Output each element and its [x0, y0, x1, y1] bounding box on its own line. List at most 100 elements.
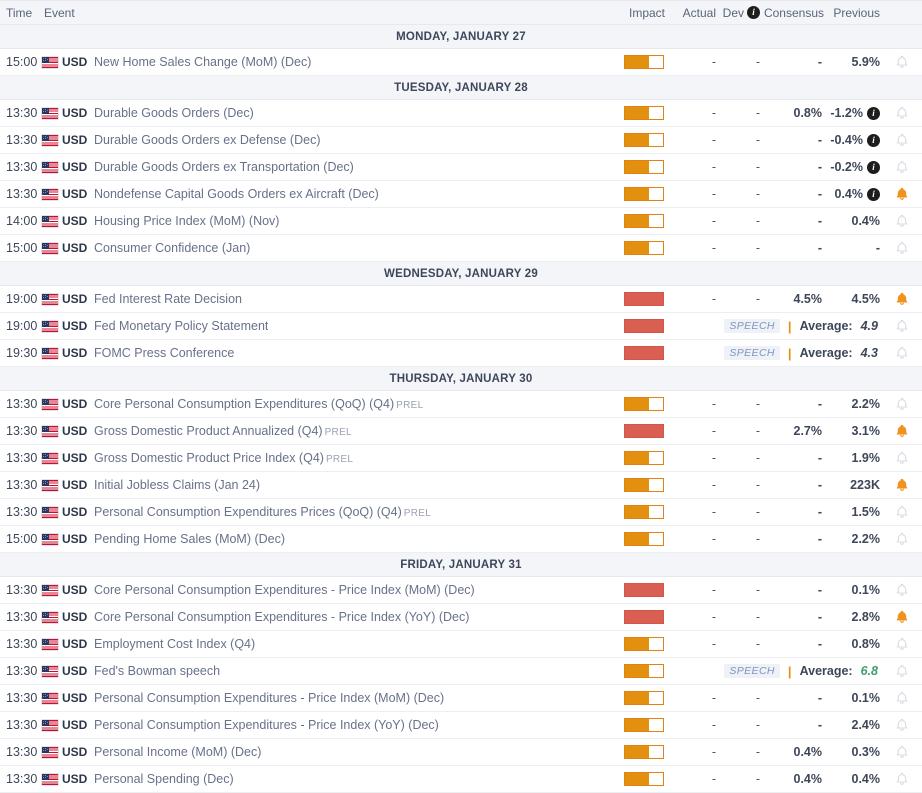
table-row[interactable]: 13:30 USD Durable Goods Orders (Dec) - - 0.8%…: [0, 100, 922, 127]
table-row[interactable]: 13:30 USD Initial Jobless Claims (Jan 24) -…: [0, 472, 922, 499]
alert-cell[interactable]: [882, 637, 922, 652]
table-row[interactable]: 13:30 USD Personal Consumption Expenditure…: [0, 712, 922, 739]
alert-bell-icon[interactable]: [895, 583, 909, 598]
alert-bell-icon[interactable]: [895, 637, 909, 652]
alert-cell[interactable]: [882, 397, 922, 412]
alert-cell[interactable]: [882, 160, 922, 175]
event-name-cell[interactable]: Durable Goods Orders (Dec): [90, 106, 610, 120]
table-row[interactable]: 13:30 USD Gross Domestic Product Annualize…: [0, 418, 922, 445]
table-row[interactable]: 14:00 USD Housing Price Index (MoM) (Nov) -…: [0, 208, 922, 235]
alert-bell-icon[interactable]: [895, 772, 909, 787]
alert-cell[interactable]: [882, 745, 922, 760]
alert-bell-icon[interactable]: [895, 319, 909, 334]
table-row[interactable]: 13:30 USD Durable Goods Orders ex Transpor…: [0, 154, 922, 181]
alert-cell[interactable]: [882, 691, 922, 706]
table-row[interactable]: 13:30 USD Durable Goods Orders ex Defense …: [0, 127, 922, 154]
event-name-cell[interactable]: Personal Consumption Expenditures Prices…: [90, 505, 610, 519]
event-name-cell[interactable]: Personal Spending (Dec): [90, 772, 610, 786]
table-row[interactable]: 13:30 USD Employment Cost Index (Q4) - - - 0.8…: [0, 631, 922, 658]
alert-bell-icon-active[interactable]: [895, 478, 909, 493]
table-row[interactable]: 15:00 USD New Home Sales Change (MoM) (Dec…: [0, 49, 922, 76]
alert-bell-icon[interactable]: [895, 106, 909, 121]
alert-cell[interactable]: [882, 505, 922, 520]
info-icon[interactable]: i: [867, 133, 880, 147]
alert-bell-icon[interactable]: [895, 505, 909, 520]
alert-bell-icon[interactable]: [895, 745, 909, 760]
table-row[interactable]: 13:30 USD Personal Consumption Expenditure…: [0, 685, 922, 712]
event-name-cell[interactable]: Initial Jobless Claims (Jan 24): [90, 478, 610, 492]
alert-cell[interactable]: [882, 214, 922, 229]
event-name-cell[interactable]: Housing Price Index (MoM) (Nov): [90, 214, 610, 228]
alert-bell-icon[interactable]: [895, 55, 909, 70]
table-row[interactable]: 19:30 USD FOMC Press Conference SPEECH | Aver…: [0, 340, 922, 367]
alert-cell[interactable]: [882, 106, 922, 121]
alert-bell-icon[interactable]: [895, 346, 909, 361]
event-name-cell[interactable]: Personal Consumption Expenditures - Pric…: [90, 718, 610, 732]
event-name-cell[interactable]: Gross Domestic Product Annualized (Q4) PR…: [90, 424, 610, 438]
event-name-cell[interactable]: Employment Cost Index (Q4): [90, 637, 610, 651]
alert-bell-icon[interactable]: [895, 397, 909, 412]
info-icon[interactable]: i: [867, 187, 880, 201]
alert-cell[interactable]: [882, 772, 922, 787]
alert-bell-icon-active[interactable]: [895, 292, 909, 307]
table-row[interactable]: 19:00 USD Fed Interest Rate Decision - - 4.5%…: [0, 286, 922, 313]
table-row[interactable]: 13:30 USD Core Personal Consumption Expend…: [0, 577, 922, 604]
table-row[interactable]: 13:30 USD Fed's Bowman speech SPEECH | Averag…: [0, 658, 922, 685]
alert-bell-icon[interactable]: [895, 718, 909, 733]
alert-cell[interactable]: [882, 55, 922, 70]
table-row[interactable]: 13:30 USD Core Personal Consumption Expend…: [0, 391, 922, 418]
event-name-cell[interactable]: Personal Income (MoM) (Dec): [90, 745, 610, 759]
alert-cell[interactable]: [882, 346, 922, 361]
table-row[interactable]: 15:00 USD Pending Home Sales (MoM) (Dec) - -…: [0, 526, 922, 553]
event-name-cell[interactable]: Core Personal Consumption Expenditures (…: [90, 397, 610, 411]
alert-cell[interactable]: [882, 583, 922, 598]
event-name-cell[interactable]: Gross Domestic Product Price Index (Q4) P…: [90, 451, 610, 465]
alert-cell[interactable]: [882, 532, 922, 547]
alert-cell[interactable]: [882, 610, 922, 625]
event-name-cell[interactable]: Nondefense Capital Goods Orders ex Aircr…: [90, 187, 610, 201]
alert-bell-icon[interactable]: [895, 664, 909, 679]
alert-cell[interactable]: [882, 664, 922, 679]
event-name-cell[interactable]: New Home Sales Change (MoM) (Dec): [90, 55, 610, 69]
event-name-cell[interactable]: Core Personal Consumption Expenditures -…: [90, 583, 610, 597]
alert-bell-icon-active[interactable]: [895, 187, 909, 202]
alert-bell-icon[interactable]: [895, 691, 909, 706]
alert-bell-icon[interactable]: [895, 451, 909, 466]
alert-cell[interactable]: [882, 451, 922, 466]
event-name-cell[interactable]: Consumer Confidence (Jan): [90, 241, 610, 255]
alert-bell-icon[interactable]: [895, 160, 909, 175]
table-row[interactable]: 13:30 USD Gross Domestic Product Price Ind…: [0, 445, 922, 472]
alert-bell-icon[interactable]: [895, 241, 909, 256]
alert-cell[interactable]: [882, 424, 922, 439]
event-name-cell[interactable]: Personal Consumption Expenditures - Pric…: [90, 691, 610, 705]
table-row[interactable]: 13:30 USD Nondefense Capital Goods Orders …: [0, 181, 922, 208]
alert-cell[interactable]: [882, 319, 922, 334]
alert-bell-icon[interactable]: [895, 532, 909, 547]
alert-cell[interactable]: [882, 187, 922, 202]
event-name-cell[interactable]: Core Personal Consumption Expenditures -…: [90, 610, 610, 624]
alert-cell[interactable]: [882, 133, 922, 148]
info-icon[interactable]: i: [867, 106, 880, 120]
alert-bell-icon-active[interactable]: [895, 610, 909, 625]
table-row[interactable]: 15:00 USD Consumer Confidence (Jan) - - - -: [0, 235, 922, 262]
table-row[interactable]: 13:30 USD Personal Income (MoM) (Dec) - - 0.4…: [0, 739, 922, 766]
info-icon[interactable]: i: [747, 6, 760, 19]
alert-cell[interactable]: [882, 241, 922, 256]
alert-cell[interactable]: [882, 478, 922, 493]
alert-cell[interactable]: [882, 292, 922, 307]
info-icon[interactable]: i: [867, 160, 880, 174]
table-row[interactable]: 13:30 USD Core Personal Consumption Expend…: [0, 604, 922, 631]
event-name-cell[interactable]: Pending Home Sales (MoM) (Dec): [90, 532, 610, 546]
event-name-cell[interactable]: Fed Interest Rate Decision: [90, 292, 610, 306]
event-name-cell[interactable]: FOMC Press Conference: [90, 346, 610, 360]
alert-bell-icon-active[interactable]: [895, 424, 909, 439]
alert-bell-icon[interactable]: [895, 214, 909, 229]
table-row[interactable]: 13:30 USD Personal Spending (Dec) - - 0.4% 0.4…: [0, 766, 922, 793]
table-row[interactable]: 13:30 USD Personal Consumption Expenditure…: [0, 499, 922, 526]
event-name-cell[interactable]: Durable Goods Orders ex Transportation (…: [90, 160, 610, 174]
alert-bell-icon[interactable]: [895, 133, 909, 148]
event-name-cell[interactable]: Durable Goods Orders ex Defense (Dec): [90, 133, 610, 147]
table-row[interactable]: 19:00 USD Fed Monetary Policy Statement SPE…: [0, 313, 922, 340]
event-name-cell[interactable]: Fed's Bowman speech: [90, 664, 610, 678]
event-name-cell[interactable]: Fed Monetary Policy Statement: [90, 319, 610, 333]
